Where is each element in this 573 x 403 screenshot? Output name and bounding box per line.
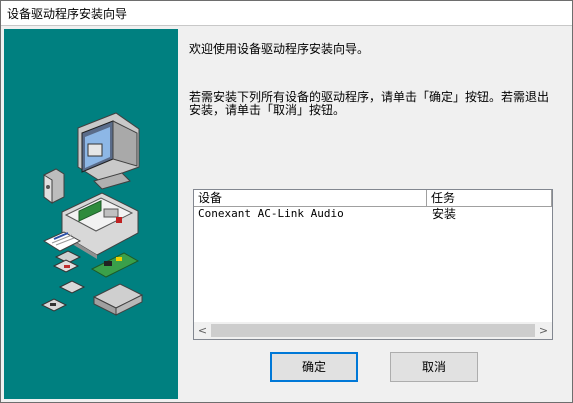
device-task: 安装 <box>432 207 457 221</box>
monitor-icon <box>77 112 140 190</box>
drive-icon <box>92 283 144 316</box>
welcome-text: 欢迎使用设备驱动程序安装向导。 <box>189 42 370 56</box>
column-header-device[interactable]: 设备 <box>194 190 427 206</box>
expansion-card-icon <box>90 252 140 278</box>
instructions-text: 若需安装下列所有设备的驱动程序，请单击「确定」按钮。若需退出安装，请单击「取消」… <box>189 90 550 117</box>
window-title: 设备驱动程序安装向导 <box>7 7 128 21</box>
title-bar[interactable]: 设备驱动程序安装向导 <box>1 1 572 26</box>
speaker-icon <box>43 168 65 204</box>
computer-hardware-illustration <box>40 112 144 316</box>
scroll-left-icon[interactable]: < <box>194 322 211 339</box>
scroll-right-icon[interactable]: > <box>535 322 552 339</box>
horizontal-scrollbar[interactable]: < > <box>194 322 552 339</box>
wizard-content: 欢迎使用设备驱动程序安装向导。 若需安装下列所有设备的驱动程序，请单击「确定」按… <box>178 26 572 402</box>
scroll-thumb[interactable] <box>211 324 535 337</box>
installer-window: 设备驱动程序安装向导 欢迎使用设备驱动程序安装向导。 若需安装下列所有设备的驱动… <box>0 0 573 403</box>
disk-icon <box>40 250 86 312</box>
column-header-task[interactable]: 任务 <box>427 190 552 206</box>
cancel-button[interactable]: 取消 <box>390 352 478 382</box>
list-header: 设备 任务 <box>194 190 552 207</box>
device-name: Conexant AC-Link Audio <box>198 207 344 220</box>
pc-case-icon <box>61 192 139 259</box>
ok-button[interactable]: 确定 <box>270 352 358 382</box>
device-list[interactable]: 设备 任务 Conexant AC-Link Audio 安装 < > <box>193 189 553 340</box>
list-item[interactable]: Conexant AC-Link Audio 安装 <box>194 207 552 221</box>
side-illustration-panel <box>4 29 178 399</box>
